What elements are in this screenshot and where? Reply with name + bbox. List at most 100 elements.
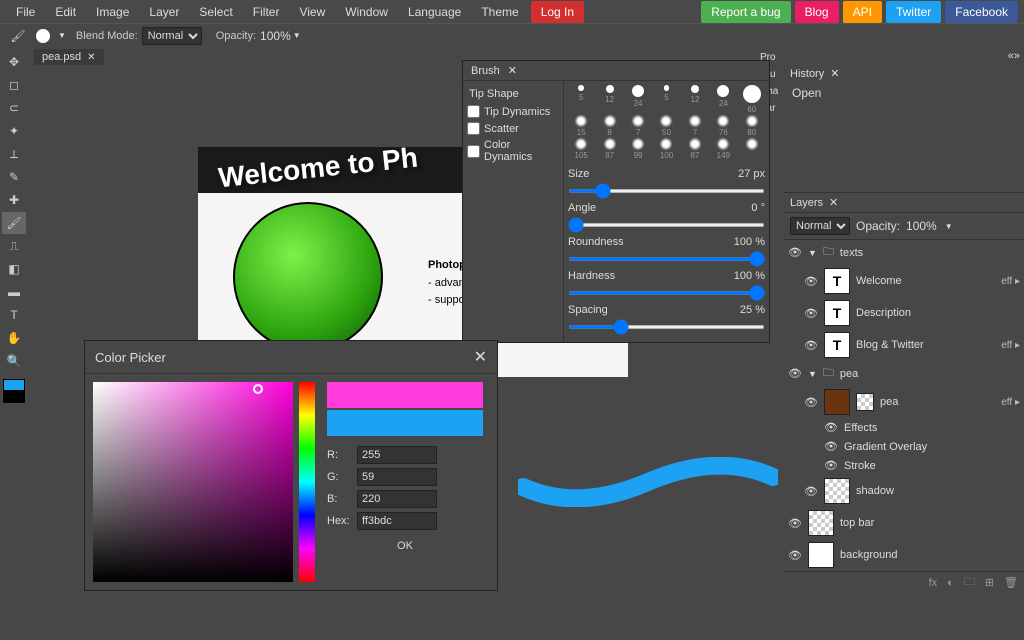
layer-row[interactable]: 👁peaeff ▸ bbox=[784, 386, 1024, 418]
brush-preset[interactable]: 100 bbox=[653, 139, 679, 160]
layer-row[interactable]: 👁Effects bbox=[784, 418, 1024, 437]
foreground-color[interactable] bbox=[3, 379, 25, 391]
login-button[interactable]: Log In bbox=[531, 1, 584, 23]
brush-tool[interactable]: 🖌 bbox=[2, 212, 26, 234]
layer-row[interactable]: 👁TWelcomeeff ▸ bbox=[784, 265, 1024, 297]
layer-row[interactable]: 👁Stroke bbox=[784, 456, 1024, 475]
close-icon[interactable]: ✕ bbox=[830, 67, 839, 80]
brush-preset[interactable]: 76 bbox=[710, 116, 736, 137]
visibility-icon[interactable]: 👁 bbox=[788, 517, 802, 530]
layer-row[interactable]: 👁background bbox=[784, 539, 1024, 571]
history-item[interactable]: Open bbox=[792, 86, 1016, 100]
menu-language[interactable]: Language bbox=[398, 1, 471, 23]
mask-icon[interactable]: ◐ bbox=[947, 577, 954, 589]
trash-icon[interactable]: 🗑 bbox=[1004, 576, 1018, 589]
brush-preset-grid[interactable]: 51224512246015875077680105879910087149 bbox=[568, 85, 765, 160]
brush-preset[interactable] bbox=[739, 139, 765, 160]
roundness-slider[interactable] bbox=[568, 257, 765, 261]
layers-tab[interactable]: Layers bbox=[790, 197, 823, 209]
blend-mode-select[interactable]: Normal bbox=[142, 27, 202, 45]
layer-row[interactable]: 👁▼🗀texts bbox=[784, 240, 1024, 265]
visibility-icon[interactable]: 👁 bbox=[804, 275, 818, 288]
fx-icon[interactable]: fx bbox=[929, 577, 938, 589]
close-icon[interactable]: ✕ bbox=[829, 196, 838, 209]
eraser-tool[interactable]: ◧ bbox=[2, 258, 26, 280]
hue-slider[interactable] bbox=[299, 382, 315, 582]
brush-preset[interactable]: 15 bbox=[568, 116, 594, 137]
tip-shape-tab[interactable]: Tip Shape bbox=[467, 85, 559, 103]
menu-window[interactable]: Window bbox=[335, 1, 398, 23]
document-tab[interactable]: pea.psd ✕ bbox=[34, 49, 104, 65]
brush-preset[interactable]: 24 bbox=[625, 85, 651, 114]
brush-preset[interactable]: 60 bbox=[739, 85, 765, 114]
facebook-button[interactable]: Facebook bbox=[945, 1, 1018, 23]
chevron-down-icon[interactable]: ▼ bbox=[293, 31, 301, 40]
brush-preset[interactable]: 5 bbox=[653, 85, 679, 114]
visibility-icon[interactable]: 👁 bbox=[788, 367, 802, 380]
folder-icon[interactable]: 🗀 bbox=[964, 573, 975, 592]
api-button[interactable]: API bbox=[843, 1, 882, 23]
background-color[interactable] bbox=[3, 391, 25, 403]
layer-blend-select[interactable]: Normal bbox=[790, 217, 850, 235]
menu-view[interactable]: View bbox=[289, 1, 335, 23]
opacity-value[interactable]: 100% bbox=[260, 29, 291, 43]
blog-button[interactable]: Blog bbox=[795, 1, 839, 23]
chevron-down-icon[interactable]: ▼ bbox=[808, 369, 817, 379]
menu-theme[interactable]: Theme bbox=[471, 1, 528, 23]
brush-preset[interactable]: 5 bbox=[568, 85, 594, 114]
layer-opacity-value[interactable]: 100% bbox=[906, 219, 937, 233]
brush-preset[interactable]: 105 bbox=[568, 139, 594, 160]
visibility-icon[interactable]: 👁 bbox=[824, 421, 838, 434]
layer-row[interactable]: 👁▼🗀pea bbox=[784, 361, 1024, 386]
spacing-slider[interactable] bbox=[568, 325, 765, 329]
report-bug-button[interactable]: Report a bug bbox=[701, 1, 790, 23]
close-icon[interactable]: ✕ bbox=[87, 52, 95, 63]
brush-preset[interactable]: 24 bbox=[710, 85, 736, 114]
brush-preset[interactable]: 8 bbox=[596, 116, 622, 137]
brush-preset[interactable]: 7 bbox=[625, 116, 651, 137]
brush-preset[interactable]: 149 bbox=[710, 139, 736, 160]
close-icon[interactable]: ✕ bbox=[474, 347, 487, 367]
chevron-down-icon[interactable]: ▼ bbox=[808, 248, 817, 258]
hardness-slider[interactable] bbox=[568, 291, 765, 295]
tip-dynamics-check[interactable]: Tip Dynamics bbox=[467, 103, 559, 120]
brush-preset[interactable]: 7 bbox=[682, 116, 708, 137]
visibility-icon[interactable]: 👁 bbox=[824, 459, 838, 472]
brush-preset[interactable]: 87 bbox=[596, 139, 622, 160]
brush-preset[interactable]: 80 bbox=[739, 116, 765, 137]
g-input[interactable] bbox=[357, 468, 437, 486]
brush-preset[interactable]: 99 bbox=[625, 139, 651, 160]
menu-select[interactable]: Select bbox=[189, 1, 242, 23]
r-input[interactable] bbox=[357, 446, 437, 464]
crop-tool[interactable]: ⟂ bbox=[2, 143, 26, 165]
size-slider[interactable] bbox=[568, 189, 765, 193]
effects-indicator[interactable]: eff ▸ bbox=[1001, 397, 1020, 408]
stamp-tool[interactable]: ⎍ bbox=[2, 235, 26, 257]
visibility-icon[interactable]: 👁 bbox=[804, 485, 818, 498]
chevron-down-icon[interactable]: ▼ bbox=[945, 222, 953, 231]
hand-tool[interactable]: ✋ bbox=[2, 327, 26, 349]
visibility-icon[interactable]: 👁 bbox=[804, 339, 818, 352]
brush-preset[interactable]: 50 bbox=[653, 116, 679, 137]
layer-row[interactable]: 👁Gradient Overlay bbox=[784, 437, 1024, 456]
menu-layer[interactable]: Layer bbox=[139, 1, 189, 23]
lasso-tool[interactable]: ⊂ bbox=[2, 97, 26, 119]
wand-tool[interactable]: ✦ bbox=[2, 120, 26, 142]
move-tool[interactable]: ✥ bbox=[2, 51, 26, 73]
chevron-down-icon[interactable]: ▼ bbox=[58, 31, 66, 40]
menu-filter[interactable]: Filter bbox=[243, 1, 290, 23]
color-field[interactable] bbox=[93, 382, 293, 582]
close-icon[interactable]: ✕ bbox=[508, 64, 517, 77]
marquee-tool[interactable]: ◻ bbox=[2, 74, 26, 96]
brush-preset[interactable]: 12 bbox=[596, 85, 622, 114]
brush-preview-dot[interactable] bbox=[36, 29, 50, 43]
visibility-icon[interactable]: 👁 bbox=[788, 246, 802, 259]
layer-row[interactable]: 👁top bar bbox=[784, 507, 1024, 539]
ok-button[interactable]: OK bbox=[327, 534, 483, 558]
gradient-tool[interactable]: ▬ bbox=[2, 281, 26, 303]
angle-slider[interactable] bbox=[568, 223, 765, 227]
layer-row[interactable]: 👁TDescription bbox=[784, 297, 1024, 329]
effects-indicator[interactable]: eff ▸ bbox=[1001, 340, 1020, 351]
effects-indicator[interactable]: eff ▸ bbox=[1001, 276, 1020, 287]
visibility-icon[interactable]: 👁 bbox=[804, 307, 818, 320]
